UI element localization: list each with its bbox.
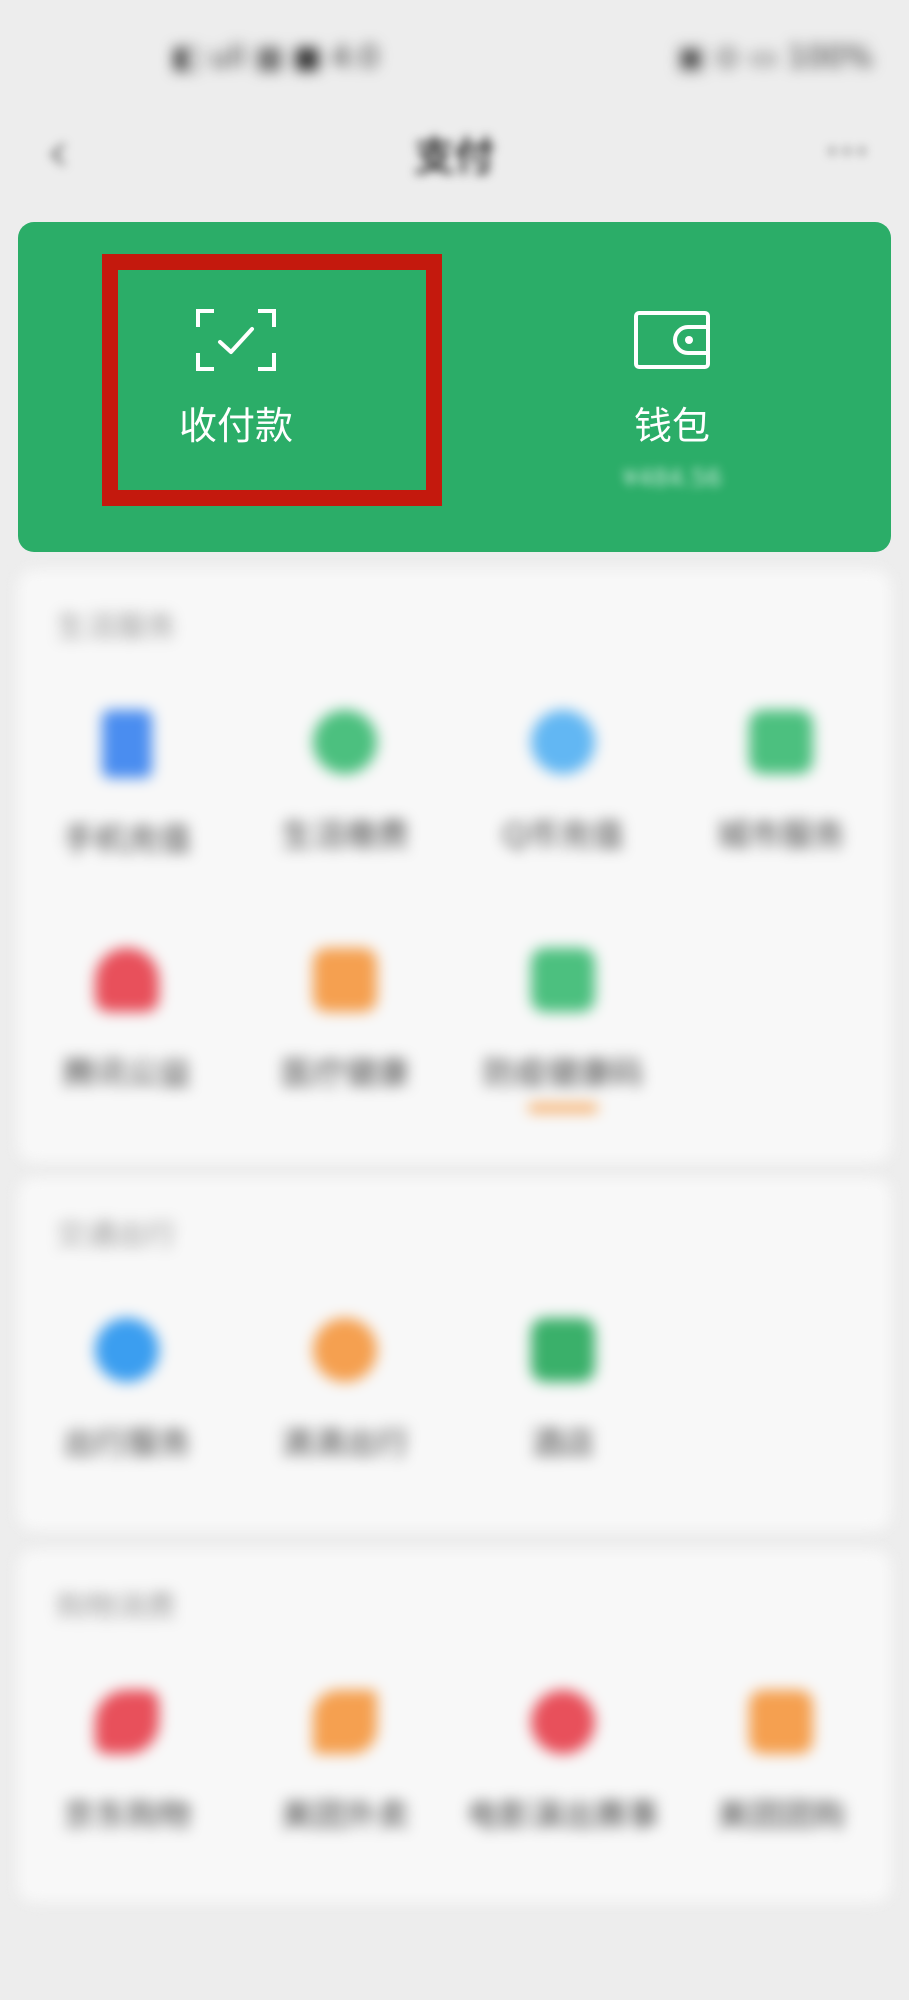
service-item[interactable]: Q币充值 (454, 710, 672, 910)
status-right: ▣ ⊙ ▭ 100% (677, 40, 873, 75)
service-label: 电影演出赛事 (466, 1796, 659, 1834)
travel-service-icon (95, 1318, 159, 1382)
status-bar: ◧ ull ▦ ■ 4:0 ▣ ⊙ ▭ 100% (0, 0, 909, 115)
service-label: 美团团购 (716, 1796, 845, 1834)
section-life-services: 生活服务 手机充值 生活缴费 Q币充值 城市服务 腾讯公益 医疗健康 防疫健康码 (18, 570, 891, 1162)
hotel-icon (531, 1318, 595, 1382)
service-label: 防疫健康码 (482, 1054, 643, 1092)
service-label: 生活缴费 (280, 816, 409, 854)
wallet-balance: ¥484.56 (622, 464, 722, 492)
service-label: 滴滴出行 (280, 1424, 409, 1462)
phone-recharge-icon (102, 710, 152, 778)
status-left: ◧ ull ▦ ■ 4:0 (172, 40, 379, 75)
health-code-badge (528, 1104, 598, 1112)
pay-receive-label: 收付款 (178, 404, 293, 448)
wallet-icon (634, 311, 710, 369)
health-code-icon (531, 948, 595, 1012)
service-grid: 出行服务 滴滴出行 酒店 (18, 1178, 891, 1530)
service-label: 腾讯公益 (62, 1054, 191, 1092)
service-item[interactable]: 城市服务 (672, 710, 890, 910)
nav-bar: ‹ 支付 ··· (0, 100, 909, 205)
service-label: 出行服务 (62, 1424, 191, 1462)
service-label: 城市服务 (716, 816, 845, 854)
qcoin-icon (531, 710, 595, 774)
meituan-delivery-icon (313, 1690, 377, 1754)
meituan-group-icon (749, 1690, 813, 1754)
didi-icon (313, 1318, 377, 1382)
service-item[interactable]: 电影演出赛事 (454, 1690, 672, 1890)
service-item[interactable]: 美团团购 (672, 1690, 890, 1890)
service-item[interactable]: 滴滴出行 (236, 1318, 454, 1518)
more-icon[interactable]: ··· (813, 122, 883, 182)
service-label: 酒店 (530, 1424, 595, 1462)
pay-receive-button[interactable]: 收付款 (18, 222, 454, 552)
service-label: 手机充值 (62, 820, 191, 858)
service-item[interactable]: 医疗健康 (236, 948, 454, 1148)
service-label: Q币充值 (502, 816, 624, 854)
charity-icon (95, 948, 159, 1012)
service-item[interactable]: 酒店 (454, 1318, 672, 1518)
page-title: 支付 (414, 133, 495, 180)
utility-bill-icon (313, 710, 377, 774)
movie-icon (531, 1690, 595, 1754)
scan-check-icon (196, 309, 276, 371)
pay-wallet-card: 收付款 钱包 ¥484.56 (18, 222, 891, 552)
status-left-text: ◧ ull ▦ ■ 4:0 (172, 40, 380, 75)
medical-icon (313, 948, 377, 1012)
service-grid: 手机充值 生活缴费 Q币充值 城市服务 腾讯公益 医疗健康 防疫健康码 (18, 570, 891, 1162)
service-grid: 京东购物 美团外卖 电影演出赛事 美团团购 (18, 1550, 891, 1902)
service-item[interactable]: 生活缴费 (236, 710, 454, 910)
section-shopping: 购物消费 京东购物 美团外卖 电影演出赛事 美团团购 (18, 1550, 891, 1902)
back-icon[interactable]: ‹ (28, 120, 88, 185)
service-label: 京东购物 (62, 1796, 191, 1834)
service-item[interactable]: 美团外卖 (236, 1690, 454, 1890)
service-label: 医疗健康 (280, 1054, 409, 1092)
wallet-button[interactable]: 钱包 ¥484.56 (454, 222, 890, 552)
service-item[interactable]: 手机充值 (18, 710, 236, 910)
service-label: 美团外卖 (280, 1796, 409, 1834)
status-right-text: ▣ ⊙ ▭ 100% (676, 40, 873, 75)
service-item[interactable]: 京东购物 (18, 1690, 236, 1890)
city-service-icon (749, 710, 813, 774)
pay-page: ◧ ull ▦ ■ 4:0 ▣ ⊙ ▭ 100% ‹ 支付 ··· 收付款 钱包… (0, 0, 909, 2000)
section-transport: 交通出行 出行服务 滴滴出行 酒店 (18, 1178, 891, 1530)
service-item[interactable]: 防疫健康码 (454, 948, 672, 1148)
service-item[interactable]: 腾讯公益 (18, 948, 236, 1148)
jd-icon (95, 1690, 159, 1754)
wallet-label: 钱包 (633, 404, 710, 448)
service-item[interactable]: 出行服务 (18, 1318, 236, 1518)
